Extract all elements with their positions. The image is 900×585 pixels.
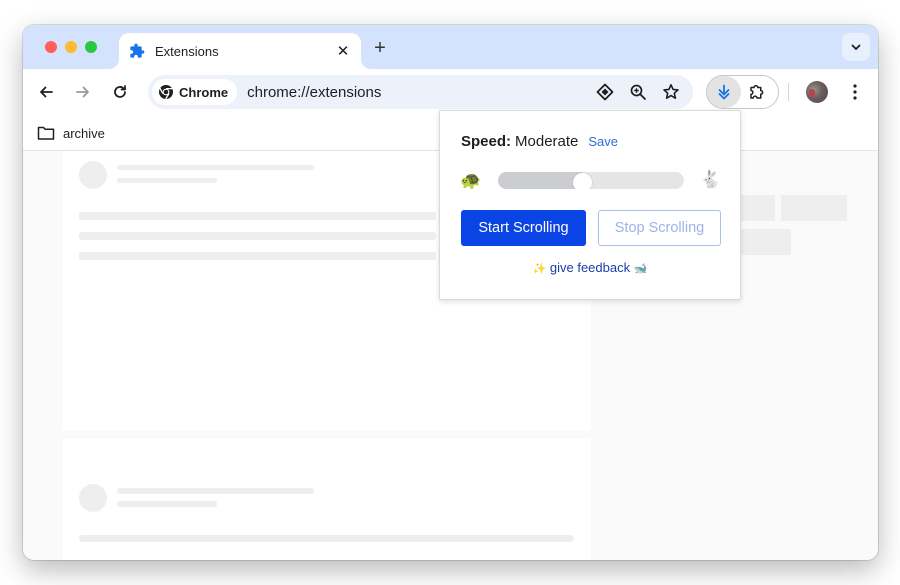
star-icon[interactable] (660, 81, 682, 103)
address-bar[interactable]: Chrome chrome://extensions (148, 75, 693, 109)
start-scrolling-button[interactable]: Start Scrolling (461, 210, 586, 246)
auto-scroll-popup: Speed: Moderate Save 🐢 🐇 Start Scrolling… (439, 110, 741, 300)
sparkles-icon: ✨ (532, 263, 547, 275)
speed-label: Speed: (461, 133, 512, 150)
tab-extensions[interactable]: Extensions ✕ (119, 33, 361, 69)
back-button[interactable] (34, 80, 58, 104)
extensions-menu-button[interactable] (745, 81, 769, 103)
extensions-puzzle-icon (750, 84, 764, 99)
tab-title: Extensions (155, 43, 219, 59)
skeleton-line (117, 488, 314, 494)
chevron-down-icon (851, 44, 861, 51)
close-window-button[interactable] (45, 41, 57, 53)
extensions-group (706, 75, 779, 109)
skeleton-avatar (79, 484, 107, 512)
skeleton-block (781, 195, 847, 221)
arrow-right-icon (76, 86, 89, 98)
speed-slider[interactable] (498, 172, 684, 189)
double-chevron-down-icon (718, 84, 730, 100)
feedback-row: ✨ give feedback 🐋 (440, 260, 740, 275)
maximize-window-button[interactable] (85, 41, 97, 53)
site-chip[interactable]: Chrome (152, 79, 238, 105)
skeleton-line (79, 252, 436, 260)
new-tab-button[interactable]: + (369, 37, 391, 59)
save-link[interactable]: Save (588, 134, 618, 149)
toolbar: Chrome chrome://extensions (23, 69, 878, 115)
skeleton-line (117, 178, 217, 183)
bookmark-archive[interactable]: archive (37, 122, 105, 144)
speed-slider-row: 🐢 🐇 (460, 169, 722, 193)
lens-icon[interactable] (594, 81, 616, 103)
skeleton-line (117, 165, 314, 170)
give-feedback-link[interactable]: give feedback (550, 260, 630, 275)
slider-fill (498, 172, 583, 189)
reload-button[interactable] (108, 80, 132, 104)
slider-thumb[interactable] (573, 173, 593, 189)
tab-search-button[interactable] (842, 33, 870, 61)
arrow-left-icon (40, 86, 53, 98)
kebab-menu-icon (853, 84, 857, 100)
zoom-icon[interactable] (627, 81, 649, 103)
folder-icon (37, 126, 55, 140)
profile-avatar[interactable] (806, 81, 828, 103)
site-chip-label: Chrome (179, 84, 229, 100)
auto-scroll-extension-button[interactable] (707, 76, 741, 108)
stop-scrolling-button[interactable]: Stop Scrolling (598, 210, 721, 246)
skeleton-line (79, 535, 574, 542)
speed-value: Moderate (515, 133, 579, 150)
skeleton-line (117, 501, 217, 507)
skeleton-line (79, 212, 436, 220)
rabbit-icon: 🐇 (700, 170, 722, 189)
skeleton-card (63, 439, 591, 560)
minimize-window-button[interactable] (65, 41, 77, 53)
puzzle-icon (129, 43, 145, 59)
toolbar-separator (788, 83, 789, 101)
chrome-logo-icon (158, 84, 174, 100)
skeleton-line (79, 232, 436, 240)
bookmark-label: archive (63, 125, 105, 141)
speed-row: Speed: Moderate Save (461, 133, 618, 150)
menu-button[interactable] (845, 80, 865, 104)
skeleton-avatar (79, 161, 107, 189)
forward-button[interactable] (71, 80, 95, 104)
turtle-icon: 🐢 (460, 171, 482, 190)
whale-icon: 🐋 (633, 263, 648, 275)
url-text[interactable]: chrome://extensions (247, 84, 594, 101)
reload-icon (114, 85, 126, 98)
tab-close-icon[interactable]: ✕ (333, 41, 353, 61)
tab-strip: Extensions ✕ + (23, 25, 878, 69)
